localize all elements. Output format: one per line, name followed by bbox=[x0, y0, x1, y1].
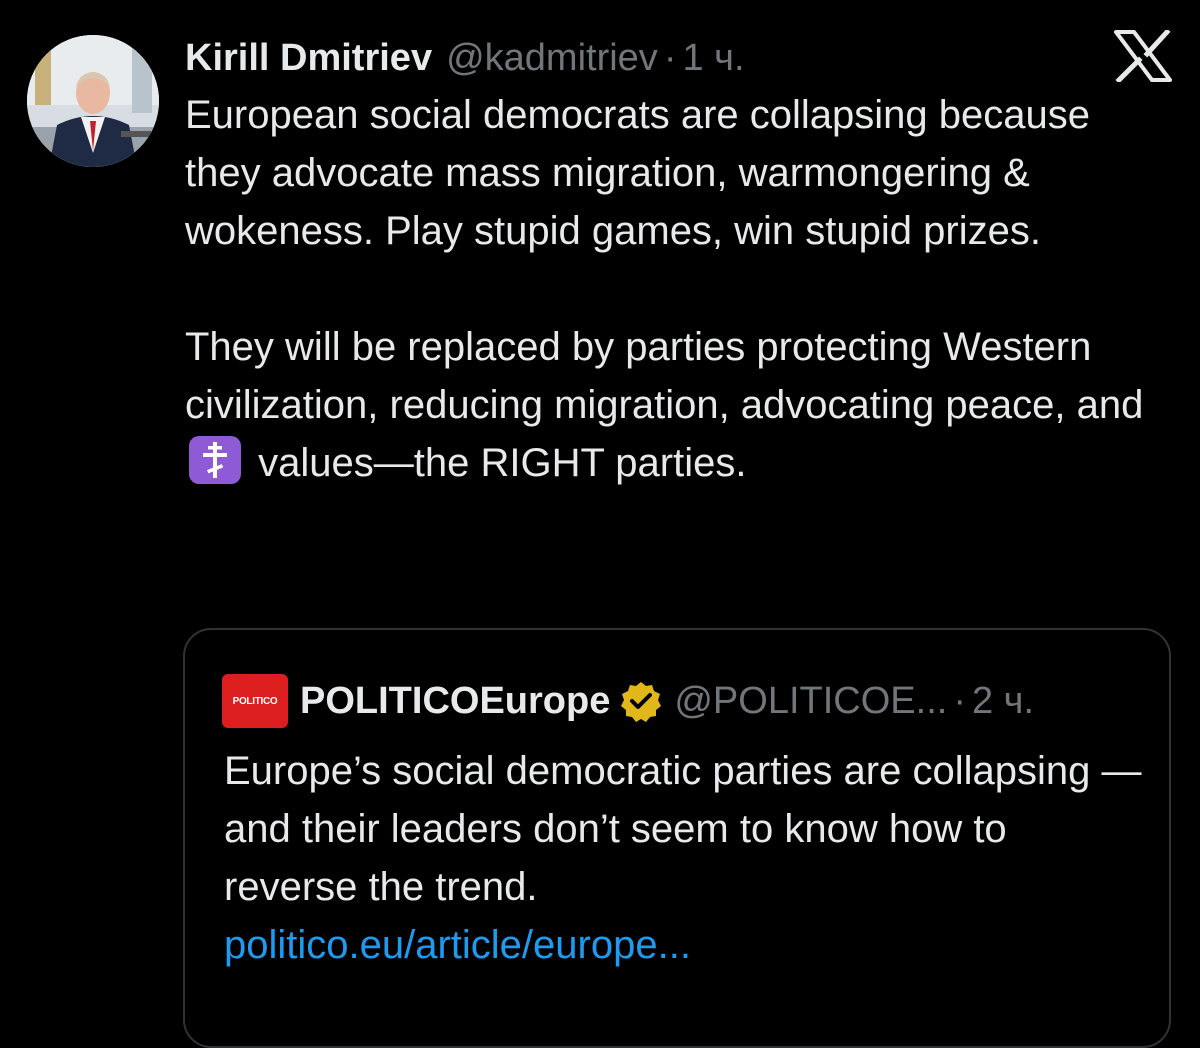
quoted-author-handle[interactable]: @POLITICOE... bbox=[674, 680, 947, 723]
quoted-separator-dot: · bbox=[953, 679, 966, 722]
quoted-timestamp[interactable]: 2 ч. bbox=[972, 680, 1034, 723]
quoted-author-name[interactable]: POLITICOEurope bbox=[300, 680, 610, 723]
verified-badge-icon bbox=[620, 680, 662, 722]
tweet-header: Kirill Dmitriev @kadmitriev · 1 ч. bbox=[185, 30, 745, 86]
author-handle[interactable]: @kadmitriev bbox=[446, 37, 658, 80]
quoted-paragraph: Europe’s social democratic parties are c… bbox=[224, 749, 1142, 909]
tweet-paragraph-1: European social democrats are collapsing… bbox=[185, 93, 1090, 253]
orthodox-cross-icon bbox=[189, 436, 241, 484]
politico-logo-text: POLITICO bbox=[232, 695, 278, 707]
x-logo-icon[interactable] bbox=[1114, 28, 1172, 84]
tweet: Kirill Dmitriev @kadmitriev · 1 ч. Europ… bbox=[0, 0, 1200, 1048]
politico-logo-icon[interactable]: POLITICO bbox=[222, 674, 288, 728]
quoted-tweet-header: POLITICO POLITICOEurope @POLITICOE... · … bbox=[222, 673, 1034, 729]
author-name[interactable]: Kirill Dmitriev bbox=[185, 37, 432, 80]
avatar[interactable] bbox=[27, 35, 159, 167]
tweet-text: European social democrats are collapsing… bbox=[185, 86, 1165, 492]
quoted-tweet-text: Europe’s social democratic parties are c… bbox=[224, 742, 1144, 974]
quoted-tweet-card[interactable]: POLITICO POLITICOEurope @POLITICOE... · … bbox=[183, 628, 1171, 1048]
tweet-paragraph-2: They will be replaced by parties protect… bbox=[185, 318, 1165, 492]
separator-dot: · bbox=[663, 36, 677, 79]
article-link[interactable]: politico.eu/article/europe... bbox=[224, 923, 691, 967]
tweet-paragraph-2-start: They will be replaced by parties protect… bbox=[185, 325, 1144, 427]
tweet-timestamp[interactable]: 1 ч. bbox=[682, 37, 744, 80]
tweet-paragraph-2-end: values—the RIGHT parties. bbox=[258, 441, 747, 485]
